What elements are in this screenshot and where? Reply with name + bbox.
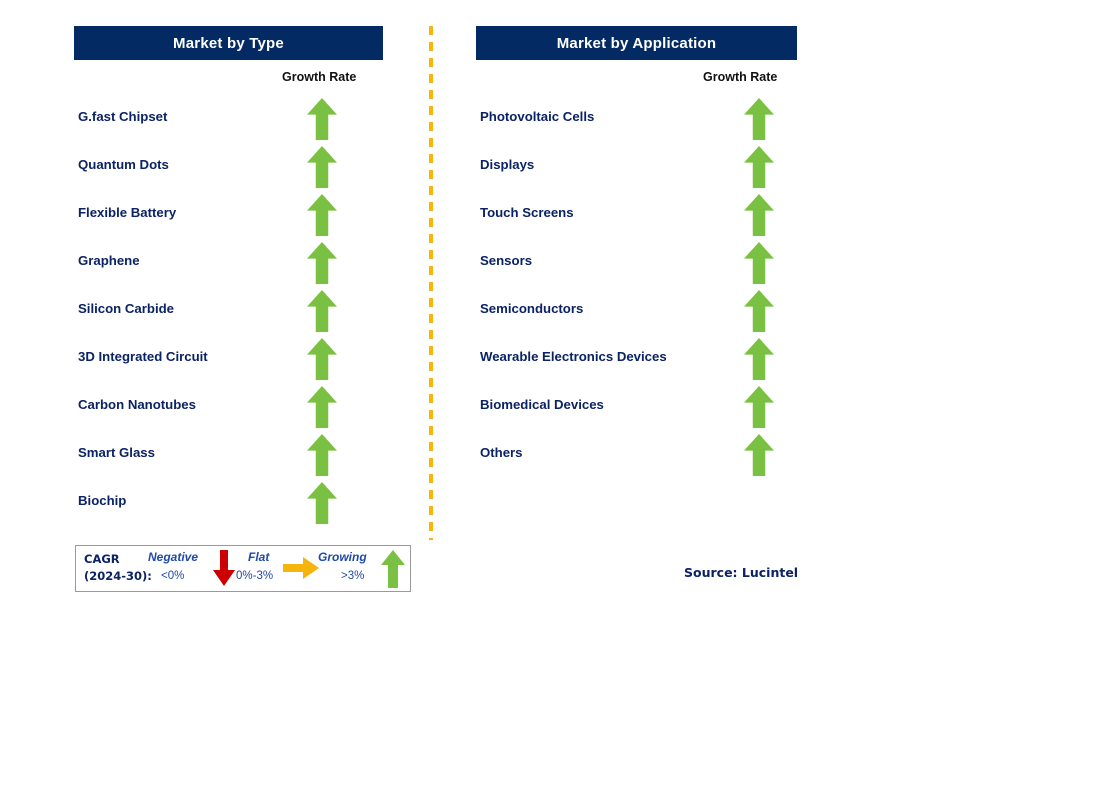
arrow-down-icon	[213, 550, 235, 586]
arrow-up-icon	[744, 146, 774, 188]
table-row: Carbon Nanotubes	[74, 386, 383, 434]
legend-range-flat: 0%-3%	[236, 570, 274, 582]
source-note: Source: Lucintel	[684, 565, 799, 580]
table-row: Biochip	[74, 482, 383, 530]
row-label: Touch Screens	[480, 205, 574, 220]
row-label: Smart Glass	[78, 445, 155, 460]
row-label: Others	[480, 445, 523, 460]
arrow-up-icon	[307, 338, 337, 380]
panel-header-market-by-type: Market by Type	[74, 26, 383, 60]
row-label: Displays	[480, 157, 535, 172]
row-label: Photovoltaic Cells	[480, 109, 595, 124]
arrow-up-icon	[744, 98, 774, 140]
row-label: Wearable Electronics Devices	[480, 349, 667, 364]
legend-title-line1: CAGR	[84, 552, 120, 566]
arrow-up-icon	[744, 434, 774, 476]
row-label: Flexible Battery	[78, 205, 177, 220]
table-row: G.fast Chipset	[74, 98, 383, 146]
table-row: Semiconductors	[476, 290, 797, 338]
row-list-application: Photovoltaic Cells Displays Touch Screens S…	[476, 98, 797, 482]
arrow-up-icon	[307, 386, 337, 428]
table-row: Sensors	[476, 242, 797, 290]
arrow-up-icon	[307, 434, 337, 476]
legend-title-line2: (2024-30):	[84, 569, 152, 583]
row-label: Carbon Nanotubes	[78, 397, 196, 412]
vertical-dashed-divider	[429, 26, 433, 540]
arrow-up-icon	[307, 98, 337, 140]
row-label: Graphene	[78, 253, 140, 268]
arrow-up-icon	[744, 194, 774, 236]
legend-term-flat: Flat	[248, 550, 270, 564]
table-row: 3D Integrated Circuit	[74, 338, 383, 386]
panel-market-by-application: Market by Application Growth Rate Photov…	[476, 26, 797, 476]
arrow-up-icon	[307, 146, 337, 188]
row-label: Quantum Dots	[78, 157, 169, 172]
panel-header-market-by-application: Market by Application	[476, 26, 797, 60]
arrow-up-icon	[744, 338, 774, 380]
growth-rate-column-label-application: Growth Rate	[703, 70, 778, 84]
panel-market-by-type: Market by Type Growth Rate G.fast Chipse…	[74, 26, 383, 524]
legend-range-negative: <0%	[161, 570, 185, 582]
row-label: Biomedical Devices	[480, 397, 604, 412]
row-label: Semiconductors	[480, 301, 584, 316]
table-row: Touch Screens	[476, 194, 797, 242]
arrow-up-icon	[381, 550, 405, 588]
arrow-up-icon	[307, 290, 337, 332]
table-row: Silicon Carbide	[74, 290, 383, 338]
growth-rate-column-label-type: Growth Rate	[282, 70, 357, 84]
cagr-legend: CAGR (2024-30): Negative <0% Flat 0%-3% …	[75, 545, 411, 592]
table-row: Quantum Dots	[74, 146, 383, 194]
arrow-up-icon	[307, 482, 337, 524]
table-row: Wearable Electronics Devices	[476, 338, 797, 386]
table-row: Flexible Battery	[74, 194, 383, 242]
arrow-up-icon	[307, 194, 337, 236]
row-list-type: G.fast Chipset Quantum Dots Flexible Batte…	[74, 98, 383, 530]
arrow-right-icon	[283, 557, 319, 579]
arrow-up-icon	[307, 242, 337, 284]
table-row: Graphene	[74, 242, 383, 290]
arrow-up-icon	[744, 386, 774, 428]
row-label: Silicon Carbide	[78, 301, 174, 316]
table-row: Smart Glass	[74, 434, 383, 482]
row-label: Biochip	[78, 493, 127, 508]
arrow-up-icon	[744, 290, 774, 332]
table-row: Photovoltaic Cells	[476, 98, 797, 146]
legend-title: CAGR (2024-30):	[84, 551, 152, 585]
row-label: Sensors	[480, 253, 533, 268]
legend-term-growing: Growing	[318, 550, 367, 564]
table-row: Displays	[476, 146, 797, 194]
table-row: Biomedical Devices	[476, 386, 797, 434]
row-label: 3D Integrated Circuit	[78, 349, 208, 364]
table-row: Others	[476, 434, 797, 482]
legend-range-growing: >3%	[341, 570, 365, 582]
row-label: G.fast Chipset	[78, 109, 168, 124]
arrow-up-icon	[744, 242, 774, 284]
legend-term-negative: Negative	[148, 550, 199, 564]
infographic-canvas: Market by Type Growth Rate G.fast Chipse…	[0, 0, 1117, 797]
